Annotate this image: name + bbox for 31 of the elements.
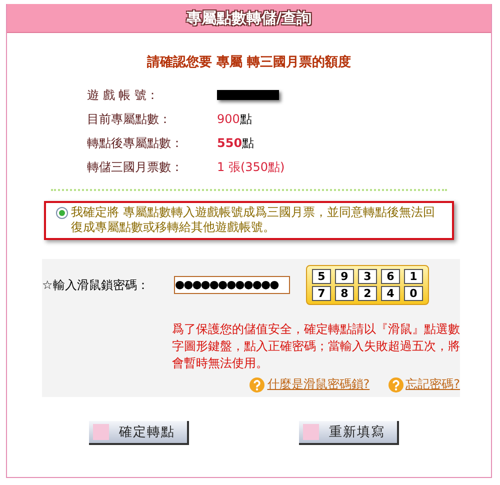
keypad-key[interactable]: 3 <box>358 269 377 284</box>
help-link[interactable]: 什麼是滑鼠密碼鎖? <box>267 376 370 393</box>
help-icon <box>388 376 404 392</box>
keypad-key[interactable]: 1 <box>404 269 423 284</box>
info-value: 900點 <box>217 110 252 128</box>
password-label: ☆輸入滑鼠鎖密碼： <box>42 276 150 294</box>
password-field[interactable]: ●●●●●●●●●●●● <box>174 276 290 294</box>
keypad-key[interactable]: 6 <box>381 269 400 284</box>
confirm-heading: 請確認您要 專屬 轉三國月票的額度 <box>146 54 352 71</box>
help-link[interactable]: 忘記密碼? <box>406 376 460 393</box>
security-notice: 爲了保護您的儲值安全，確定轉點請以『滑鼠』點選數字圖形鍵盤，點入正確密碼；當輸入失敗超過五次，將會暫時無法使用。 <box>172 321 460 372</box>
keypad-key[interactable]: 2 <box>358 286 377 301</box>
form-button[interactable]: 重新填寫 <box>299 421 399 445</box>
info-value: 1 張(350點) <box>217 158 285 176</box>
keypad-key[interactable]: 7 <box>312 286 331 301</box>
panel-title: 專屬點數轉儲/查詢 <box>186 8 312 28</box>
keypad-key[interactable]: 9 <box>335 269 354 284</box>
info-label: 轉點後專屬點數： <box>87 134 184 152</box>
keypad-key[interactable]: 8 <box>335 286 354 301</box>
keypad-key[interactable]: 5 <box>312 269 331 284</box>
agreement-text: 我確定將 專屬點數轉入遊戲帳號成爲三國月票，並同意轉點後無法回復成專屬點數或移轉給其他遊戲帳號。 <box>71 205 436 235</box>
info-label: 轉儲三國月票數： <box>87 158 184 176</box>
keypad-key[interactable]: 4 <box>381 286 400 301</box>
info-value: 550點 <box>217 134 254 152</box>
redaction-bar <box>217 90 279 100</box>
info-label: 遊 戲 帳 號： <box>87 86 160 104</box>
help-icon <box>249 376 266 392</box>
form-button[interactable]: 確定轉點 <box>89 421 189 445</box>
agreement-radio[interactable] <box>56 207 68 219</box>
keypad-key[interactable]: 0 <box>404 286 423 301</box>
info-label: 目前專屬點數： <box>87 110 172 128</box>
